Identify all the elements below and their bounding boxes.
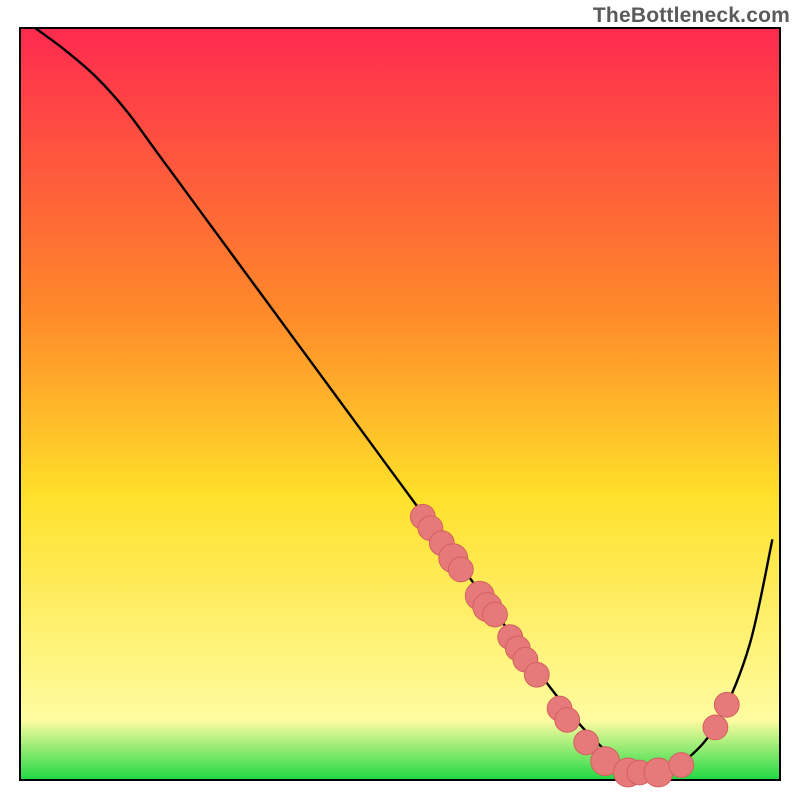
curve-marker <box>703 715 728 740</box>
chart-svg <box>0 0 800 800</box>
curve-marker <box>669 753 694 778</box>
curve-marker <box>644 758 673 787</box>
curve-marker <box>483 602 508 627</box>
curve-marker <box>714 692 739 717</box>
chart-stage: { "attribution": "TheBottleneck.com", "c… <box>0 0 800 800</box>
curve-marker <box>524 662 549 687</box>
plot-background <box>20 28 780 780</box>
curve-marker <box>448 557 473 582</box>
curve-marker <box>555 707 580 732</box>
